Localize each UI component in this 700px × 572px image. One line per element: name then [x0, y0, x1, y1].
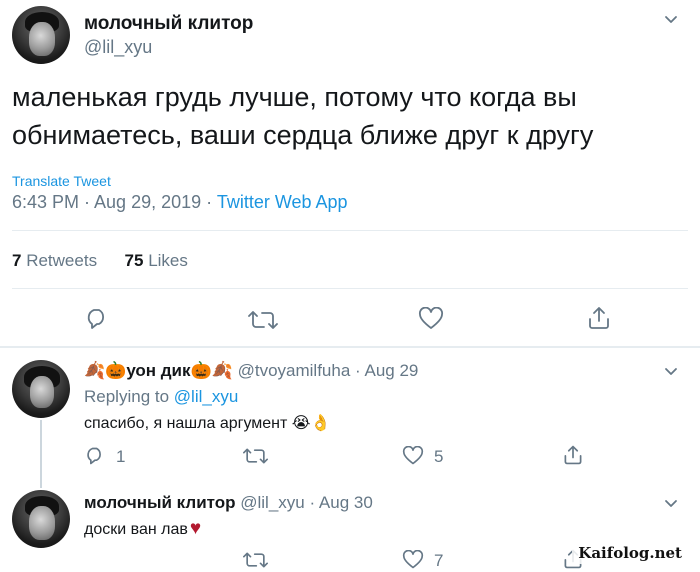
source-link[interactable]: Twitter Web App — [217, 192, 348, 212]
heart-emoji: ♥ — [189, 518, 202, 539]
reply-text-body: доски ван лав — [84, 521, 188, 538]
reply-icon[interactable] — [84, 446, 106, 466]
like-count: 7 — [434, 551, 444, 570]
reply-text: спасибо, я нашла аргумент 😭👌 — [84, 413, 330, 433]
reply-icon[interactable] — [84, 307, 110, 331]
engagement-stats: 7 Retweets 75 Likes — [12, 251, 188, 271]
retweet-icon[interactable] — [248, 308, 278, 332]
divider — [0, 346, 700, 348]
avatar-face — [29, 22, 55, 56]
watermark: Kaifolog.net — [572, 542, 688, 564]
reply-text: доски ван лав ♥ — [84, 518, 201, 540]
likes-count: 75 — [124, 251, 144, 270]
display-name[interactable]: 🍂🎃уон дик🎃🍂 — [84, 361, 233, 380]
replying-to-label: Replying to — [84, 387, 174, 406]
name-text: уон дик — [126, 361, 191, 380]
reply-text-body: спасибо, я нашла аргумент — [84, 415, 292, 432]
reply-date[interactable]: · Aug 29 — [355, 361, 418, 380]
chevron-down-icon[interactable] — [664, 365, 678, 379]
divider — [12, 230, 688, 231]
handle[interactable]: @lil_xyu — [84, 37, 152, 58]
tweet-text-line-2: обнимаетесь, ваши сердца ближе друг к др… — [12, 120, 594, 150]
tweet-meta: 6:43 PM · Aug 29, 2019 · Twitter Web App — [12, 192, 348, 213]
retweets-stat[interactable]: 7 Retweets — [12, 251, 102, 270]
like-count: 5 — [434, 447, 444, 466]
reply-header: молочный клитор @lil_xyu · Aug 30 — [84, 493, 373, 513]
like-icon[interactable] — [402, 446, 424, 466]
avatar-face — [29, 506, 55, 540]
retweet-icon[interactable] — [243, 550, 268, 570]
chevron-down-icon[interactable] — [664, 13, 678, 27]
avatar[interactable] — [12, 360, 70, 418]
handle[interactable]: @tvoyamilfuha — [238, 361, 351, 380]
timestamp[interactable]: 6:43 PM · Aug 29, 2019 · — [12, 192, 217, 212]
like-icon[interactable] — [402, 550, 424, 570]
like-icon[interactable] — [418, 307, 444, 331]
likes-label: Likes — [148, 251, 188, 270]
divider — [12, 288, 688, 289]
reply-emoji: 😭👌 — [291, 415, 331, 432]
retweets-label: Retweets — [26, 251, 98, 270]
likes-stat[interactable]: 75 Likes — [125, 251, 188, 270]
translate-tweet-link[interactable]: Translate Tweet — [12, 173, 111, 189]
display-name[interactable]: молочный клитор — [84, 493, 236, 512]
reply-count: 1 — [116, 447, 126, 466]
avatar[interactable] — [12, 6, 70, 64]
tweet-text-line-1: маленькая грудь лучше, потому что когда … — [12, 82, 577, 112]
share-icon[interactable] — [562, 444, 584, 466]
thread-line — [40, 420, 42, 488]
name-emoji: 🎃🍂 — [190, 361, 233, 380]
retweet-icon[interactable] — [243, 446, 268, 466]
handle[interactable]: @lil_xyu — [240, 493, 305, 512]
name-emoji: 🍂🎃 — [84, 361, 127, 380]
reply-date[interactable]: · Aug 30 — [309, 493, 372, 512]
replying-to-handle[interactable]: @lil_xyu — [174, 387, 239, 406]
replying-to: Replying to @lil_xyu — [84, 387, 238, 407]
avatar[interactable] — [12, 490, 70, 548]
reply-header: 🍂🎃уон дик🎃🍂 @tvoyamilfuha · Aug 29 — [84, 361, 418, 381]
share-icon[interactable] — [586, 305, 612, 331]
retweets-count: 7 — [12, 251, 22, 270]
display-name[interactable]: молочный клитор — [84, 13, 253, 35]
avatar-face — [30, 376, 54, 408]
chevron-down-icon[interactable] — [664, 497, 678, 511]
